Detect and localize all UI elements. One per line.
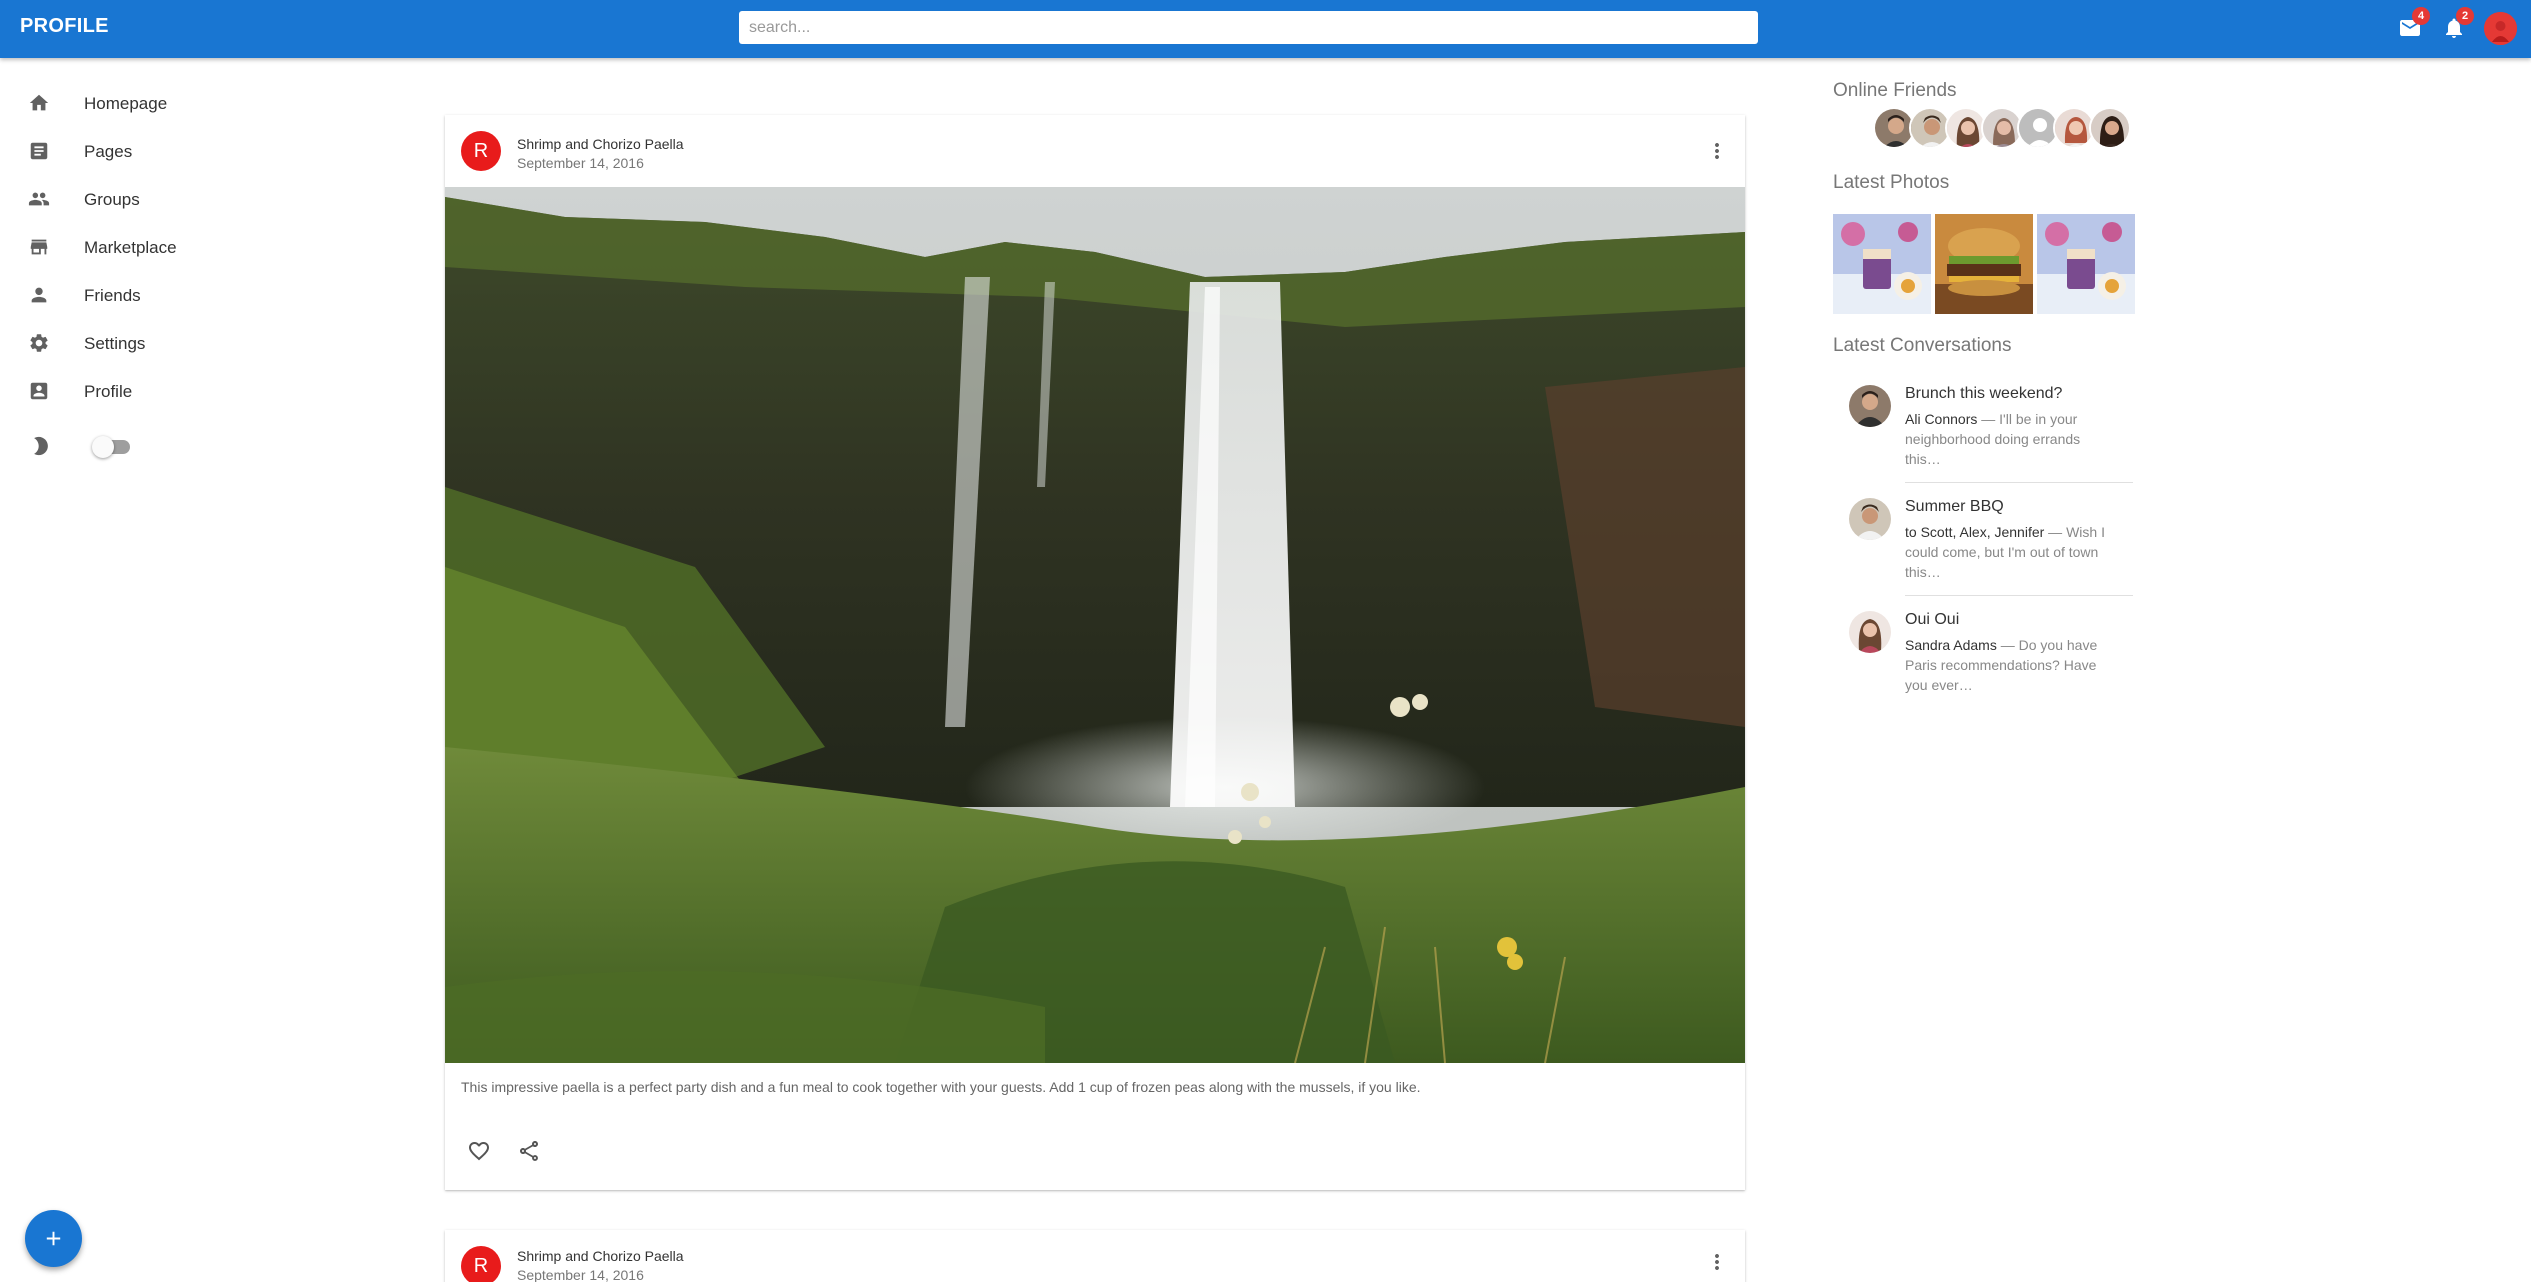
conversation-item[interactable]: Brunch this weekend? Ali Connors — I'll … [1833, 365, 2133, 483]
sidebar-item-label: Groups [84, 190, 140, 209]
post-title: Shrimp and Chorizo Paella [517, 136, 684, 152]
sidebar-item-label: Settings [84, 334, 146, 353]
sidebar-item-label: Pages [84, 142, 133, 161]
sidebar-item-homepage[interactable]: Homepage [0, 84, 260, 124]
notifications-button[interactable]: 2 [2440, 7, 2474, 42]
post-date: September 14, 2016 [517, 155, 644, 171]
online-friends-title: Online Friends [1833, 80, 1957, 101]
post-avatar: R [461, 131, 501, 171]
latest-photo-thumbnail[interactable] [2037, 214, 2135, 314]
sidebar-item-label: Homepage [84, 94, 168, 113]
mail-button[interactable]: 4 [2396, 7, 2430, 42]
article-icon [28, 140, 52, 164]
add-fab-button[interactable] [25, 1210, 82, 1267]
share-icon [520, 1141, 538, 1161]
search-input[interactable] [739, 11, 1758, 44]
user-avatar[interactable] [2484, 12, 2517, 45]
conversation-title: Brunch this weekend? [1905, 385, 2063, 402]
more-vert-icon [1715, 1254, 1719, 1270]
post-card: R Shrimp and Chorizo Paella September 14… [445, 115, 1745, 1190]
latest-photo-thumbnail[interactable] [1833, 214, 1931, 314]
sidebar-item-label: Marketplace [84, 238, 177, 257]
conversation-sender: Ali Connors [1905, 411, 1978, 427]
moon-icon [30, 435, 52, 457]
post-header: R Shrimp and Chorizo Paella September 14… [445, 115, 1745, 187]
like-button[interactable] [467, 1139, 495, 1167]
heart-outline-icon [469, 1142, 489, 1161]
more-vert-icon [1715, 143, 1719, 159]
share-button[interactable] [517, 1139, 545, 1167]
toggle-knob [92, 436, 114, 458]
app-bar: PROFILE 4 2 [0, 0, 2531, 58]
conversation-avatar [1849, 385, 1891, 427]
home-icon [28, 92, 52, 116]
conversation-preview: to Scott, Alex, Jennifer — Wish I could … [1905, 522, 2115, 582]
conversation-item[interactable]: Oui Oui Sandra Adams — Do you have Paris… [1833, 591, 2133, 704]
conversation-avatar [1849, 498, 1891, 540]
post-header: R Shrimp and Chorizo Paella September 14… [445, 1230, 1745, 1282]
friend-avatar[interactable] [2089, 107, 2131, 149]
dark-mode-row [0, 432, 260, 462]
sidebar-item-label: Profile [84, 382, 133, 401]
conversation-title: Summer BBQ [1905, 498, 2004, 515]
sidebar-item-settings[interactable]: Settings [0, 324, 260, 364]
post-date: September 14, 2016 [517, 1267, 644, 1282]
latest-conversations-title: Latest Conversations [1833, 335, 2012, 356]
sidebar-item-label: Friends [84, 286, 141, 305]
sidebar-item-pages[interactable]: Pages [0, 132, 260, 172]
conversation-sender: to Scott, Alex, Jennifer [1905, 524, 2045, 540]
conversation-item[interactable]: Summer BBQ to Scott, Alex, Jennifer — Wi… [1833, 478, 2133, 596]
sidebar-item-marketplace[interactable]: Marketplace [0, 228, 260, 268]
dark-mode-toggle[interactable] [92, 436, 130, 458]
notifications-badge: 2 [2456, 7, 2474, 25]
post-actions [445, 1123, 1745, 1183]
app-title[interactable]: PROFILE [20, 15, 109, 38]
sidebar-item-friends[interactable]: Friends [0, 276, 260, 316]
account-box-icon [28, 380, 52, 404]
more-options-button[interactable] [1705, 1250, 1729, 1274]
post-image [445, 187, 1745, 1063]
post-description: This impressive paella is a perfect part… [461, 1079, 1421, 1095]
more-options-button[interactable] [1705, 139, 1729, 163]
conversation-title: Oui Oui [1905, 611, 1960, 628]
sidebar-item-profile[interactable]: Profile [0, 372, 260, 412]
sidebar-item-groups[interactable]: Groups [0, 180, 260, 220]
conversation-preview: Ali Connors — I'll be in your neighborho… [1905, 409, 2115, 469]
latest-photos-title: Latest Photos [1833, 172, 1950, 193]
storefront-icon [28, 236, 52, 260]
mail-badge: 4 [2412, 7, 2430, 25]
conversation-sender: Sandra Adams [1905, 637, 1997, 653]
conversation-preview: Sandra Adams — Do you have Paris recomme… [1905, 635, 2115, 695]
post-title: Shrimp and Chorizo Paella [517, 1248, 684, 1264]
people-icon [28, 188, 52, 212]
post-avatar: R [461, 1246, 501, 1282]
conversation-avatar [1849, 611, 1891, 653]
person-icon [28, 284, 52, 308]
latest-photo-thumbnail[interactable] [1935, 214, 2033, 314]
plus-icon [46, 1231, 61, 1246]
gear-icon [28, 332, 52, 356]
post-card: R Shrimp and Chorizo Paella September 14… [445, 1230, 1745, 1282]
